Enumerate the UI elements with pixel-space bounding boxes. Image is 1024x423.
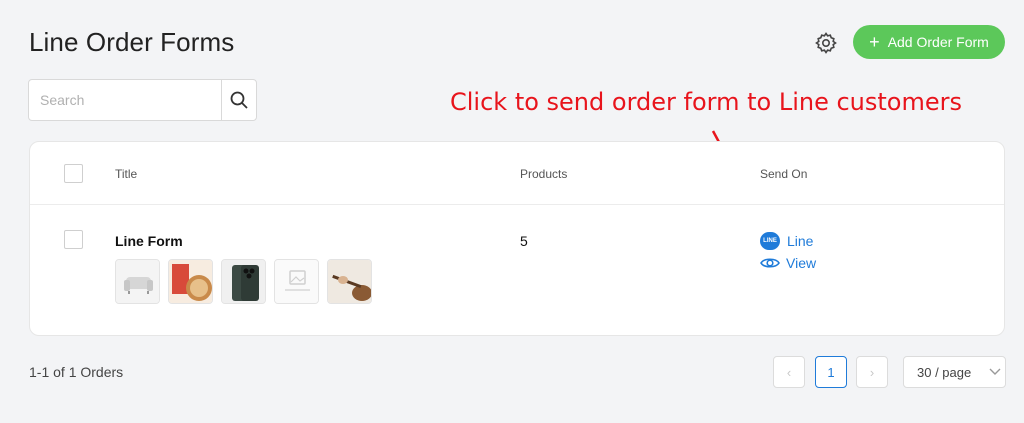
line-icon: LINE [760,232,780,250]
product-thumbnail-guitar [327,259,372,304]
products-count: 5 [520,233,528,249]
search-input[interactable] [29,80,221,120]
page-size-select[interactable]: 30 / page [903,356,1006,388]
product-thumbnail-coffee [168,259,213,304]
search-box [28,79,257,121]
page-1-button[interactable]: 1 [815,356,847,388]
page-size-value: 30 / page [917,364,972,380]
row-checkbox[interactable] [64,230,83,249]
add-order-form-label: Add Order Form [887,34,989,50]
select-all-checkbox[interactable] [64,164,83,183]
column-products: Products [520,167,568,181]
next-page-button[interactable]: › [856,356,888,388]
search-icon [230,91,248,109]
chevron-left-icon: ‹ [786,364,792,380]
line-badge-text: LINE [763,238,777,244]
line-label: Line [787,233,814,249]
annotation-text: Click to send order form to Line custome… [450,88,962,116]
product-thumbnail-phone [221,259,266,304]
chevron-right-icon: › [869,364,875,380]
table-header: Title Products Send On [30,142,1004,205]
send-on-line-link[interactable]: LINE Line [760,232,813,250]
column-send-on: Send On [760,167,808,181]
pagination-summary: 1-1 of 1 Orders [29,364,124,380]
product-thumbnails [115,259,372,304]
column-title: Title [115,167,138,181]
plus-icon: + [869,32,880,52]
form-title[interactable]: Line Form [115,233,183,249]
product-thumbnail-no-image [274,259,319,304]
view-link[interactable]: View [760,255,816,271]
chevron-down-icon [989,368,1001,375]
eye-icon [760,258,780,268]
gear-icon[interactable] [814,31,838,55]
search-button[interactable] [221,80,256,120]
view-label: View [786,255,817,271]
product-thumbnail-sofa [115,259,160,304]
page-title: Line Order Forms [29,27,235,57]
order-forms-table: Title Products Send On Line Form 5 LINE … [29,141,1005,336]
previous-page-button[interactable]: ‹ [773,356,805,388]
add-order-form-button[interactable]: + Add Order Form [853,25,1005,59]
